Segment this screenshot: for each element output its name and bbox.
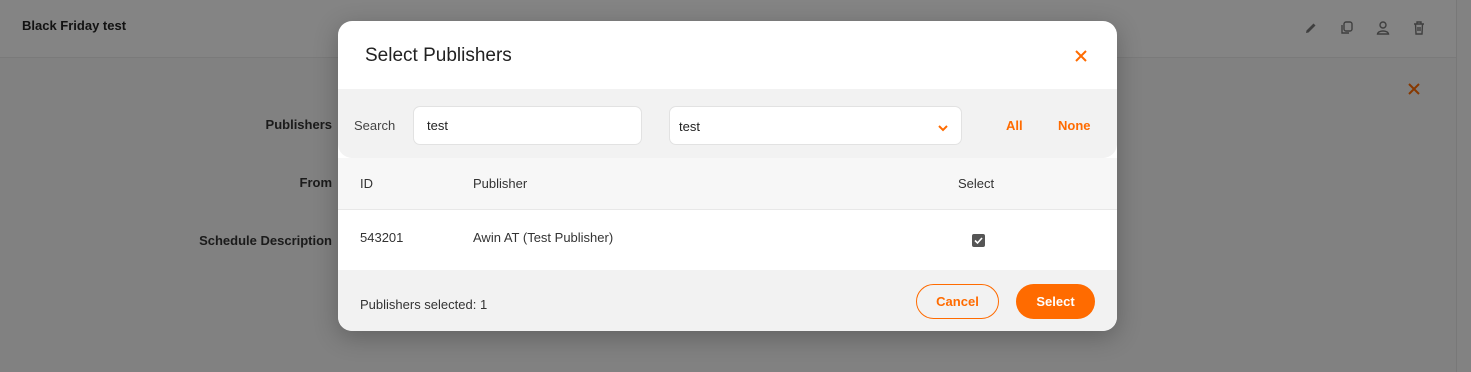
select-publishers-modal: Select Publishers Search test All None I… (338, 21, 1117, 331)
modal-title: Select Publishers (365, 45, 512, 66)
filter-bar: Search test All None (338, 89, 1117, 158)
select-all-link[interactable]: All (1006, 118, 1023, 133)
publisher-select-checkbox[interactable] (972, 234, 985, 247)
publisher-name: Awin AT (Test Publisher) (473, 230, 614, 245)
column-header-select: Select (958, 176, 995, 191)
select-value: test (679, 119, 700, 134)
search-input[interactable] (413, 106, 642, 145)
modal-footer: Publishers selected: 1 Cancel Select (338, 270, 1117, 331)
column-header-publisher: Publisher (473, 176, 528, 191)
table-row[interactable]: 543201 Awin AT (Test Publisher) (338, 210, 1117, 270)
select-none-link[interactable]: None (1058, 118, 1091, 133)
publishers-selected-count: Publishers selected: 1 (360, 297, 488, 312)
search-label: Search (354, 118, 396, 133)
select-button[interactable]: Select (1016, 284, 1095, 319)
chevron-down-icon (937, 121, 949, 133)
publisher-filter-select[interactable]: test (669, 106, 962, 145)
cancel-button[interactable]: Cancel (916, 284, 999, 319)
close-icon[interactable] (1073, 48, 1089, 64)
table-header: ID Publisher Select (338, 158, 1117, 210)
column-header-id: ID (360, 176, 373, 191)
publisher-id: 543201 (360, 230, 404, 245)
